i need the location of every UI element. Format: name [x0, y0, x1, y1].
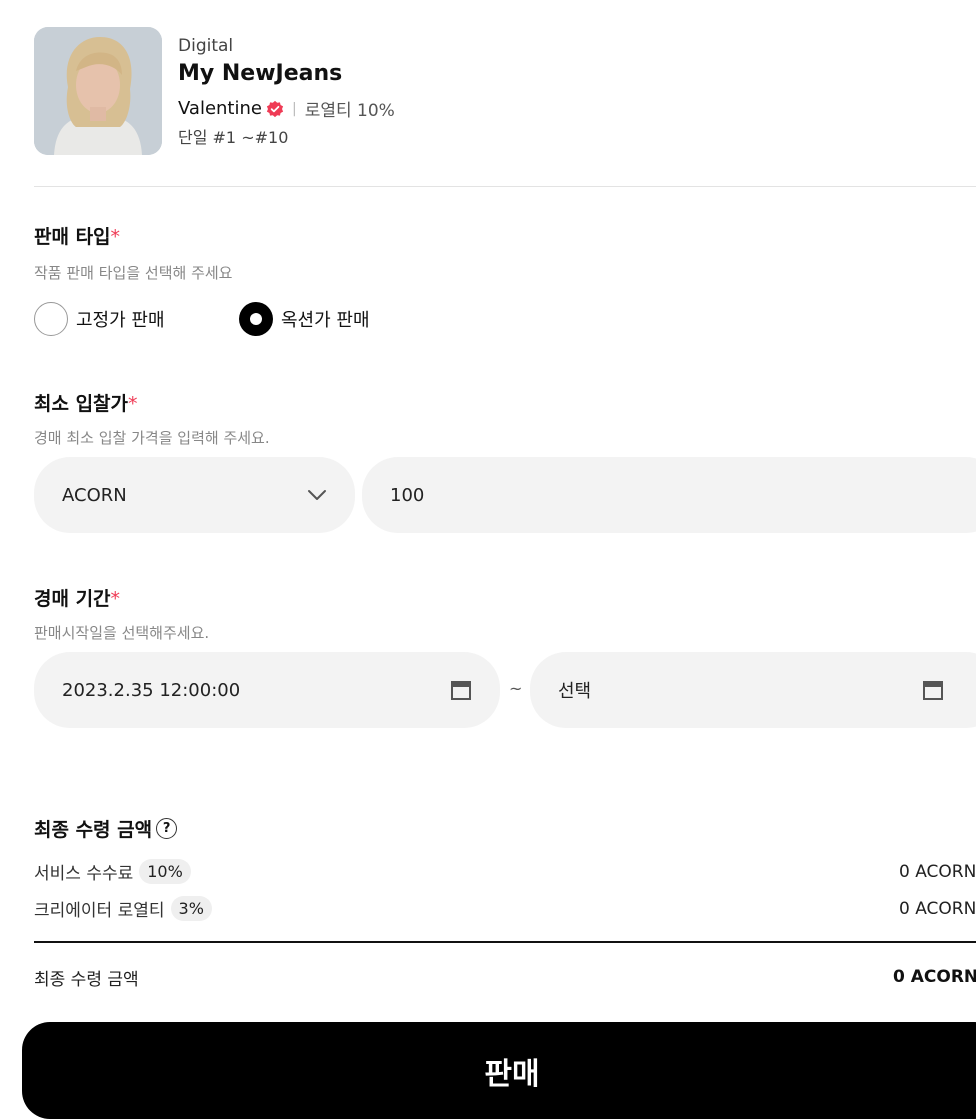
amount-value: 100: [390, 484, 425, 506]
item-category: Digital: [178, 36, 234, 56]
creator-royalty-amount: 0 ACORN: [899, 899, 976, 919]
currency-value: ACORN: [62, 484, 127, 506]
royalty-text: 로열티 10%: [304, 101, 395, 121]
required-mark: *: [128, 393, 138, 415]
service-fee-pct: 10%: [139, 859, 191, 884]
min-bid-title-text: 최소 입찰가: [34, 393, 129, 415]
item-creator-row: Valentine | 로열티 10%: [178, 96, 395, 121]
radio-label: 고정가 판매: [76, 310, 165, 331]
min-bid-amount-input[interactable]: 100: [362, 457, 976, 533]
service-fee-amount: 0 ACORN: [899, 862, 976, 882]
total-label: 최종 수령 금액: [34, 970, 139, 990]
calendar-icon[interactable]: [922, 679, 944, 701]
summary-title: 최종 수령 금액 ?: [34, 815, 178, 842]
start-date-value: 2023.2.35 12:00:00: [62, 679, 241, 701]
min-bid-title: 최소 입찰가*: [34, 389, 138, 416]
required-mark: *: [110, 588, 121, 610]
radio-fixed-price[interactable]: 고정가 판매: [34, 302, 165, 336]
radio-unchecked-icon: [34, 302, 68, 336]
period-desc: 판매시작일을 선택해주세요.: [34, 624, 210, 642]
creator-name[interactable]: Valentine: [178, 98, 262, 119]
summary-title-text: 최종 수령 금액: [34, 819, 153, 841]
currency-select[interactable]: ACORN: [34, 457, 355, 533]
sell-button[interactable]: 판매: [22, 1022, 976, 1119]
service-fee-row: 서비스 수수료 10%: [34, 859, 191, 884]
meta-separator: |: [291, 100, 297, 117]
period-title: 경매 기간*: [34, 584, 120, 611]
end-date-placeholder: 선택: [558, 681, 592, 702]
item-edition: 단일 #1 ~#10: [178, 128, 289, 147]
sale-type-desc: 작품 판매 타입을 선택해 주세요: [34, 264, 233, 282]
radio-label: 옥션가 판매: [281, 310, 370, 331]
verified-badge-icon: [266, 100, 284, 117]
item-title: My NewJeans: [178, 61, 343, 86]
sale-type-title: 판매 타입*: [34, 222, 120, 249]
period-title-text: 경매 기간: [34, 588, 111, 610]
start-date-field[interactable]: 2023.2.35 12:00:00: [34, 652, 500, 728]
total-amount: 0 ACORN: [893, 967, 976, 987]
service-fee-label: 서비스 수수료: [34, 864, 134, 884]
end-date-field[interactable]: 선택: [530, 652, 976, 728]
min-bid-desc: 경매 최소 입찰 가격을 입력해 주세요.: [34, 429, 270, 447]
sell-button-label: 판매: [484, 1056, 540, 1092]
help-icon[interactable]: ?: [156, 818, 178, 839]
header-divider: [34, 186, 976, 187]
creator-royalty-pct: 3%: [170, 896, 212, 921]
radio-auction-price[interactable]: 옥션가 판매: [239, 302, 370, 336]
sale-type-title-text: 판매 타입: [34, 226, 111, 248]
item-thumbnail: [34, 27, 162, 155]
required-mark: *: [110, 226, 121, 248]
creator-royalty-label: 크리에이터 로열티: [34, 901, 165, 921]
calendar-icon[interactable]: [450, 679, 472, 701]
chevron-down-icon: [308, 490, 326, 500]
summary-divider: [34, 941, 976, 943]
creator-royalty-row: 크리에이터 로열티 3%: [34, 896, 212, 921]
date-range-separator: ~: [509, 679, 523, 698]
radio-checked-icon: [239, 302, 273, 336]
